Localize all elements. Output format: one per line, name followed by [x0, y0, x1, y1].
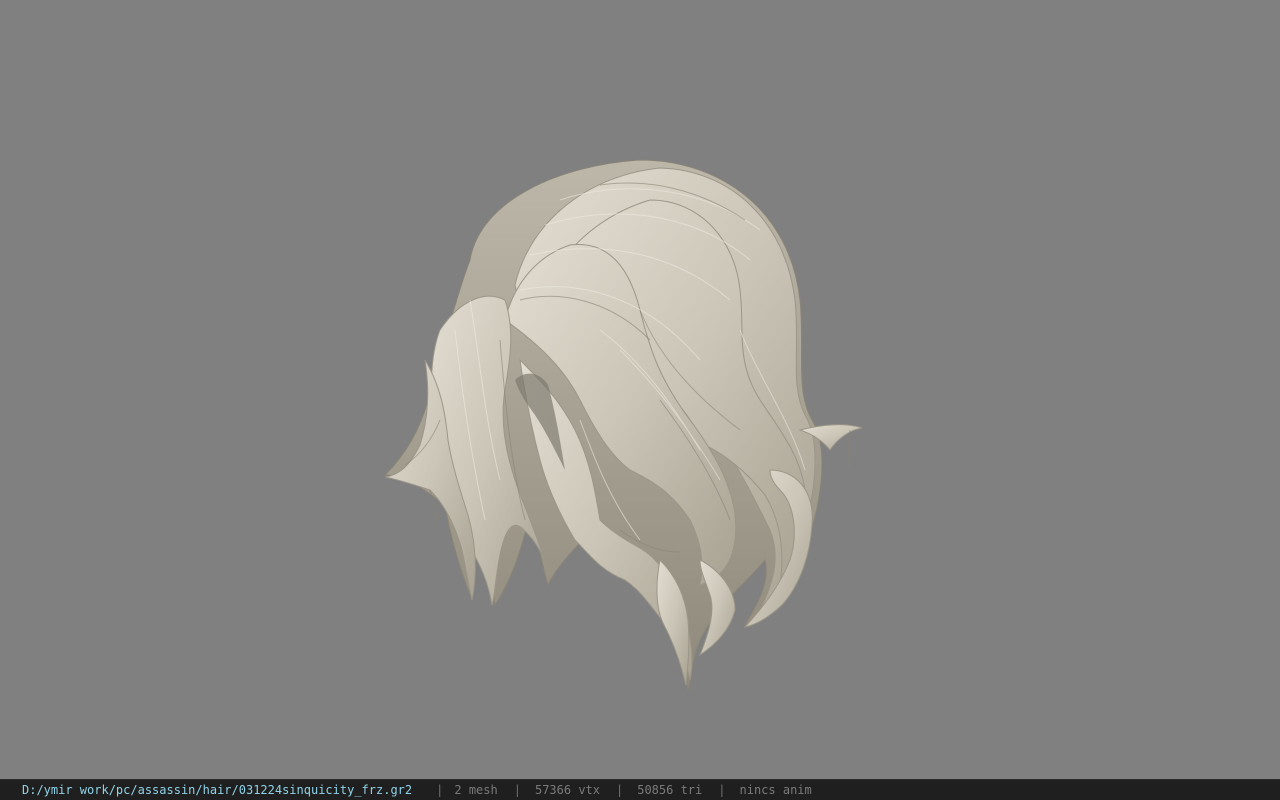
- 3d-viewport[interactable]: [0, 0, 1280, 779]
- status-separator: |: [616, 783, 624, 797]
- hair-model-render: [383, 159, 863, 692]
- status-separator: |: [436, 783, 444, 797]
- hair-front-strands: [384, 167, 816, 681]
- file-path-label: D:/ymir work/pc/assassin/hair/031224sinq…: [22, 783, 413, 797]
- mesh-count-label: 2 mesh: [454, 783, 498, 797]
- status-separator: |: [513, 783, 521, 797]
- status-bar: D:/ymir work/pc/assassin/hair/031224sinq…: [0, 779, 1280, 800]
- vertex-count-label: 57366 vtx: [534, 783, 600, 797]
- status-separator: |: [718, 783, 726, 797]
- animation-status-label: nincs anim: [739, 783, 812, 797]
- triangle-count-label: 50856 tri: [637, 783, 703, 797]
